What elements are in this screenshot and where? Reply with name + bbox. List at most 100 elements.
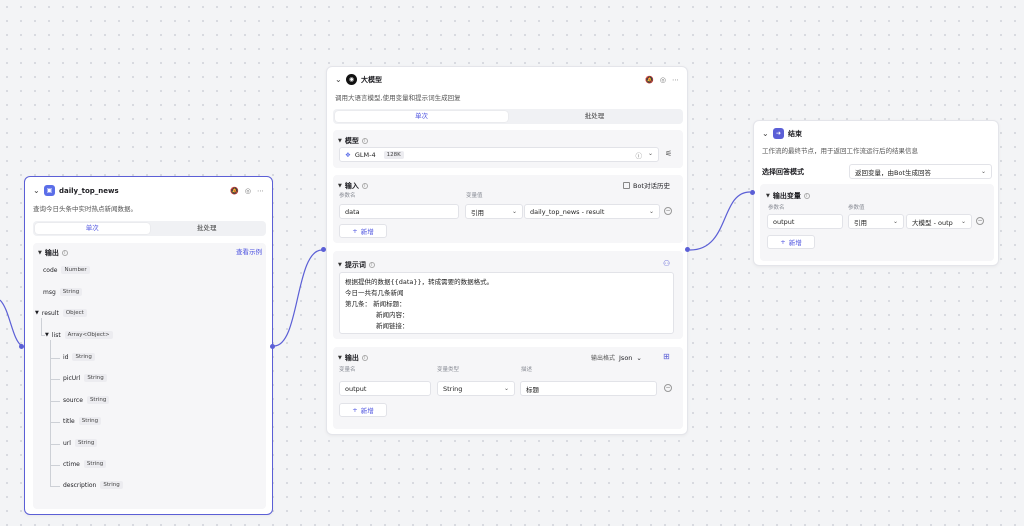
- output-var-label: 输出变量: [772, 192, 801, 200]
- chevron-down-icon[interactable]: ⌄: [335, 75, 343, 84]
- param-value-label: 参数值: [848, 205, 865, 211]
- field-row: id String: [63, 353, 95, 361]
- bell-off-icon[interactable]: 🔕: [230, 187, 239, 195]
- tab-batch[interactable]: 批处理: [508, 111, 681, 122]
- plugin-icon: ▣: [44, 185, 55, 196]
- output-section-title[interactable]: ▼ 输出 i: [38, 248, 68, 258]
- tab-single[interactable]: 单次: [35, 223, 150, 234]
- field-row: code Number: [43, 266, 90, 274]
- field-row[interactable]: ▼ list Array<Object>: [45, 331, 113, 339]
- ref-type-select[interactable]: 引用 ⌄: [465, 204, 523, 219]
- tab-batch[interactable]: 批处理: [150, 223, 265, 234]
- input-section-title[interactable]: ▼ 输入 i: [338, 181, 368, 191]
- info-icon: i: [61, 250, 68, 256]
- field-row[interactable]: ▼ result Object: [35, 309, 87, 317]
- chevron-down-icon: ⌄: [960, 218, 966, 225]
- end-param-input[interactable]: output: [767, 214, 843, 229]
- field-row: url String: [63, 439, 98, 447]
- info-icon: i: [368, 262, 375, 268]
- caret-down-icon[interactable]: ▼: [45, 332, 49, 338]
- field-type: String: [74, 439, 98, 447]
- remove-icon[interactable]: −: [664, 384, 672, 392]
- more-icon[interactable]: ⋯: [672, 76, 679, 84]
- plugin-node-daily-top-news[interactable]: ⌄ ▣ daily_top_news 🔕 ◎ ⋯ 查询今日头条中实时热点新闻数据…: [24, 176, 273, 515]
- model-name: GLM-4: [354, 150, 376, 159]
- chevron-down-icon[interactable]: ⌄: [33, 186, 41, 195]
- info-icon: i: [803, 193, 810, 199]
- field-type: Number: [61, 266, 90, 274]
- prompt-line: 新闻内容：: [376, 311, 409, 319]
- add-output-var-button[interactable]: + 新增: [767, 235, 815, 249]
- bot-history-checkbox[interactable]: Bot对话历史: [623, 180, 670, 190]
- field-name: result: [41, 309, 59, 317]
- node-title: 大模型: [361, 75, 382, 84]
- output-type-select[interactable]: String ⌄: [437, 381, 515, 396]
- field-name: description: [63, 481, 97, 489]
- field-row: picUrl String: [63, 374, 107, 382]
- checkbox[interactable]: [623, 181, 630, 189]
- end-value-select[interactable]: 大模型 - outp ⌄: [906, 214, 972, 229]
- tab-single[interactable]: 单次: [335, 111, 508, 122]
- output-label: 输出: [44, 249, 59, 257]
- info-icon: i: [361, 138, 368, 144]
- chevron-down-icon: ⌄: [892, 218, 898, 225]
- output-port[interactable]: [270, 344, 275, 349]
- target-icon[interactable]: ◎: [660, 76, 666, 84]
- end-value: 大模型 - outp: [912, 218, 953, 227]
- field-type: String: [72, 353, 95, 361]
- settings-sliders-icon[interactable]: ⚟: [665, 149, 672, 158]
- tree-line: [50, 379, 60, 380]
- model-logo-icon: ❖: [345, 150, 351, 159]
- caret-down-icon[interactable]: ▼: [35, 310, 39, 316]
- field-type: String: [78, 417, 102, 425]
- model-select[interactable]: ❖ GLM-4 128K ⓘ ⌄: [339, 147, 659, 162]
- desc-label: 描述: [521, 367, 533, 373]
- remove-icon[interactable]: −: [976, 217, 984, 225]
- param-name-input[interactable]: data: [339, 204, 459, 219]
- prompt-editor[interactable]: 根据提供的数据{{data}}，转成需要的数据格式。 今日一共有几条新闻 第几条…: [339, 272, 674, 334]
- more-icon[interactable]: ⋯: [257, 187, 264, 195]
- mode-switch[interactable]: 单次 批处理: [333, 109, 683, 124]
- bell-off-icon[interactable]: 🔕: [645, 76, 654, 84]
- field-row: ctime String: [63, 460, 107, 468]
- input-port[interactable]: [750, 190, 755, 195]
- tree-line: [50, 358, 60, 359]
- add-input-button[interactable]: + 新增: [339, 224, 387, 238]
- plus-icon: +: [780, 238, 786, 246]
- variable-select[interactable]: daily_top_news - result ⌄: [524, 204, 660, 219]
- end-node[interactable]: ⌄ ➜ 结束 工作流的最终节点，用于返回工作流运行后的结果信息 选择回答模式 返…: [753, 120, 999, 266]
- prompt-line: 第几条： 新闻标题：: [345, 300, 406, 308]
- prompt-line: 新闻链接：: [376, 322, 409, 330]
- param-name-label: 参数名: [768, 205, 785, 211]
- output-format-select[interactable]: 输出格式 Json ⌄: [591, 353, 642, 363]
- node-title: daily_top_news: [59, 186, 119, 195]
- input-port[interactable]: [321, 247, 326, 252]
- chevron-down-icon: ⌄: [503, 385, 509, 392]
- output-section-title[interactable]: ▼ 输出 i: [338, 353, 368, 363]
- target-icon[interactable]: ◎: [245, 187, 251, 195]
- user-add-icon[interactable]: ⚇: [663, 259, 670, 268]
- field-row: source String: [63, 396, 110, 404]
- add-output-icon[interactable]: ⊞: [663, 352, 670, 361]
- info-icon[interactable]: ⓘ: [635, 150, 642, 160]
- output-label: 输出: [344, 354, 359, 362]
- mode-switch[interactable]: 单次 批处理: [33, 221, 266, 236]
- input-port[interactable]: [19, 344, 24, 349]
- output-name-input[interactable]: output: [339, 381, 431, 396]
- node-description: 查询今日头条中实时热点新闻数据。: [33, 205, 137, 213]
- model-section-title[interactable]: ▼ 模型 i: [338, 136, 368, 146]
- view-example-link[interactable]: 查看示例: [236, 246, 262, 256]
- output-var-section-title[interactable]: ▼ 输出变量 i: [766, 191, 810, 201]
- output-desc-input[interactable]: 标题: [520, 381, 657, 396]
- answer-mode-value: 返回变量，由Bot生成回答: [855, 168, 931, 177]
- llm-node[interactable]: ⌄ ◉ 大模型 🔕 ◎ ⋯ 调用大语言模型,使用变量和提示词生成回复 单次 批处…: [326, 66, 688, 435]
- answer-mode-select[interactable]: 返回变量，由Bot生成回答 ⌄: [849, 164, 992, 179]
- output-port[interactable]: [685, 247, 690, 252]
- prompt-section-title[interactable]: ▼ 提示词 i: [338, 260, 375, 270]
- remove-icon[interactable]: −: [664, 207, 672, 215]
- end-ref-select[interactable]: 引用 ⌄: [848, 214, 904, 229]
- tree-line: [50, 444, 60, 445]
- add-output-button[interactable]: + 新增: [339, 403, 387, 417]
- chevron-down-icon[interactable]: ⌄: [762, 129, 770, 138]
- edge-llm-to-end: [689, 191, 751, 251]
